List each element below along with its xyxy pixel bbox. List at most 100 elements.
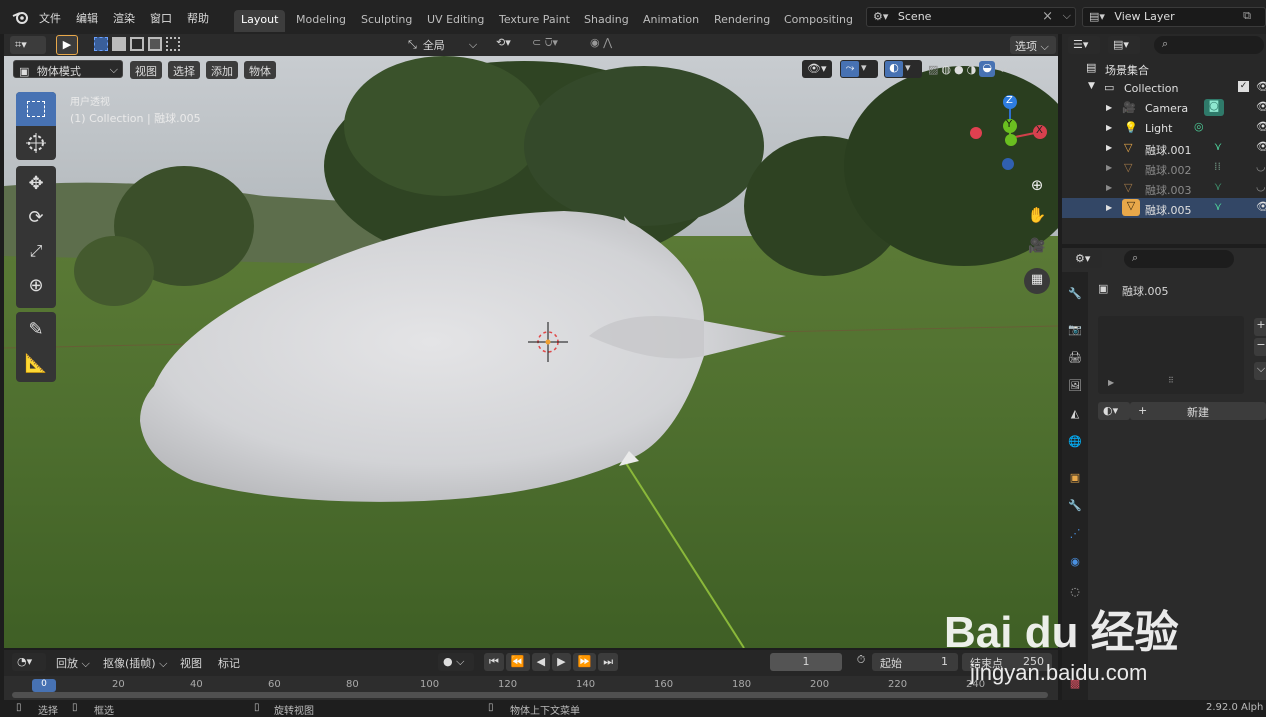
menu-file[interactable]: 文件 (39, 10, 61, 26)
gizmo-toggle[interactable]: ⤳ ▾ (840, 60, 878, 78)
outliner-item-metaball-005[interactable]: ▶ ▽ 融球.005 ⋎ 👁 (1062, 198, 1266, 218)
select-invert-icon[interactable] (148, 37, 162, 51)
tab-compositing[interactable]: Compositing (777, 10, 860, 32)
camera-data-icon[interactable]: ◙ (1204, 99, 1224, 116)
select-subtract-icon[interactable] (130, 37, 144, 51)
slot-menu-button[interactable]: ⌵ (1254, 362, 1266, 380)
menu-edit[interactable]: 编辑 (76, 10, 98, 26)
menu-view[interactable]: 视图 (130, 61, 162, 79)
material-shading-icon[interactable]: ◑ (967, 63, 977, 76)
expand-icon[interactable]: ▶ (1106, 203, 1112, 212)
tab-rendering[interactable]: Rendering (707, 10, 777, 32)
eye-icon[interactable]: 👁 (1256, 80, 1266, 93)
rotate-icon[interactable]: ⟳ (16, 200, 56, 234)
remove-slot-button[interactable]: − (1254, 338, 1266, 356)
particles-properties-icon[interactable]: ⋰ (1062, 520, 1088, 546)
view-layer-selector[interactable]: ▤▾ View Layer ⧉ (1082, 7, 1266, 27)
play-reverse-icon[interactable]: ◀ (531, 653, 551, 671)
proportional-edit-icon[interactable]: ◉ ⋀ (590, 36, 636, 54)
annotate-icon[interactable]: ✎ (16, 312, 56, 346)
menu-select[interactable]: 选择 (168, 61, 200, 79)
measure-icon[interactable]: 📐 (16, 346, 56, 380)
tab-layout[interactable]: Layout (234, 10, 286, 32)
overlay-toggle[interactable]: ◐ ▾ (884, 60, 922, 78)
jump-start-icon[interactable]: ⏮ (484, 653, 504, 671)
properties-editor-icon[interactable]: ⚙▾ (1070, 250, 1102, 268)
mode-selector[interactable]: ▣ 物体模式 ⌵ (13, 60, 123, 78)
zoom-icon[interactable]: ⊕ (1024, 176, 1050, 202)
menu-window[interactable]: 窗口 (150, 10, 172, 26)
new-material-button[interactable]: + 新建 (1130, 402, 1266, 420)
copy-icon[interactable]: ⧉ (1243, 9, 1251, 23)
solid-shading-icon[interactable]: ● (954, 63, 964, 76)
modifier-icon[interactable]: ⁞⁞ (1214, 160, 1221, 173)
checkbox-icon[interactable]: ✓ (1238, 81, 1249, 92)
outliner-item-collection[interactable]: ▼ ▭ Collection ✓ 👁 (1062, 78, 1266, 98)
resize-handle-icon[interactable]: ⠿ (1168, 376, 1174, 385)
timeline-view-menu[interactable]: 视图 (180, 655, 202, 671)
scale-icon[interactable]: ⤢ (16, 234, 56, 268)
menu-help[interactable]: 帮助 (187, 10, 209, 26)
overlay-icon[interactable]: ◐ (885, 61, 903, 77)
scene-properties-icon[interactable]: ◭ (1062, 400, 1088, 426)
scene-collection-row[interactable]: ▤ 场景集合 (1062, 58, 1266, 78)
outliner-item-metaball-002[interactable]: ▶ ▽ 融球.002 ⁞⁞ ◡ (1062, 158, 1266, 178)
hidden-eye-icon[interactable]: ◡ (1256, 180, 1266, 193)
outliner-item-metaball-003[interactable]: ▶ ▽ 融球.003 ⋎ ◡ (1062, 178, 1266, 198)
move-icon[interactable]: ✥ (16, 166, 56, 200)
outliner-editor-icon[interactable]: ☰▾ (1068, 36, 1100, 54)
frame-ruler[interactable]: 0 20 40 60 80 100 120 140 160 180 200 22… (4, 676, 1058, 700)
wireframe-shading-icon[interactable]: ◍ (941, 63, 951, 76)
menu-render[interactable]: 渲染 (113, 10, 135, 26)
tab-uv-editing[interactable]: UV Editing (420, 10, 491, 32)
tool-settings-icon[interactable]: 🔧 (1062, 280, 1088, 306)
expand-icon[interactable]: ▶ (1106, 123, 1112, 132)
select-box-icon[interactable] (16, 92, 56, 126)
chevron-down-icon[interactable]: ⌵ (998, 62, 1006, 76)
transform-icon[interactable]: ⊕ (16, 268, 56, 302)
3d-viewport[interactable]: ▣ 物体模式 ⌵ 视图 选择 添加 物体 👁▾ ⤳ ▾ ◐ ▾ ▨ ◍ ● ◑ ◒ … (4, 56, 1058, 648)
jump-end-icon[interactable]: ⏭ (598, 653, 619, 671)
expand-icon[interactable]: ▶ (1106, 103, 1112, 112)
camera-view-icon[interactable]: 🎥 (1024, 238, 1050, 264)
prev-keyframe-icon[interactable]: ⏪ (505, 653, 530, 671)
orientation-selector[interactable]: ⤡ 全局 ⌵ (408, 36, 490, 54)
playhead[interactable]: 0 (32, 679, 56, 692)
render-properties-icon[interactable]: 📷 (1062, 316, 1088, 342)
cursor-icon[interactable] (16, 126, 56, 160)
gizmo-icon[interactable]: ⤳ (841, 61, 859, 77)
physics-properties-icon[interactable]: ◉ (1062, 548, 1088, 574)
output-properties-icon[interactable]: 🖨 (1062, 344, 1088, 370)
properties-search-input[interactable]: ⌕ (1124, 250, 1234, 268)
tab-animation[interactable]: Animation (636, 10, 706, 32)
scene-selector[interactable]: ⚙▾ Scene × ⌵ (866, 7, 1076, 27)
outliner-item-metaball-001[interactable]: ▶ ▽ 融球.001 ⋎ 👁 (1062, 138, 1266, 158)
outliner-item-camera[interactable]: ▶ 🎥 Camera ◙ 👁 (1062, 98, 1266, 118)
tab-texture-paint[interactable]: Texture Paint (492, 10, 577, 32)
metaball-data-icon[interactable]: ⋎ (1214, 180, 1222, 193)
outliner-search-input[interactable]: ⌕ (1154, 36, 1264, 54)
next-keyframe-icon[interactable]: ⏩ (572, 653, 597, 671)
pan-hand-icon[interactable]: ✋ (1024, 206, 1050, 232)
expand-icon[interactable]: ▶ (1108, 378, 1114, 387)
visibility-icon[interactable]: 👁▾ (802, 60, 832, 78)
expand-icon[interactable]: ▼ (1088, 81, 1095, 91)
view-layer-properties-icon[interactable]: 🖼 (1062, 372, 1088, 398)
close-icon[interactable]: × (1042, 9, 1053, 24)
expand-icon[interactable]: ▶ (1106, 163, 1112, 172)
menu-object[interactable]: 物体 (244, 61, 276, 79)
scene-new-icon[interactable]: ⌵ (1063, 9, 1071, 23)
snap-icon[interactable]: ⊂ ⩂▾ (532, 36, 582, 54)
marker-menu[interactable]: 标记 (218, 655, 240, 671)
timeline-scrollbar[interactable] (12, 692, 1048, 698)
material-slot-list[interactable]: ▶ ⠿ (1098, 316, 1244, 394)
menu-add[interactable]: 添加 (206, 61, 238, 79)
object-properties-icon[interactable]: ▣ (1062, 464, 1088, 490)
keying-menu[interactable]: 抠像(插帧) ⌵ (103, 655, 167, 671)
metaball-data-icon[interactable]: ⋎ (1214, 140, 1222, 153)
xray-icon[interactable]: ▨ (928, 63, 938, 76)
select-new-icon[interactable] (94, 37, 108, 51)
expand-icon[interactable]: ▶ (1106, 143, 1112, 152)
eye-icon[interactable]: 👁 (1256, 100, 1266, 113)
display-mode-icon[interactable]: ▤▾ (1108, 36, 1140, 54)
